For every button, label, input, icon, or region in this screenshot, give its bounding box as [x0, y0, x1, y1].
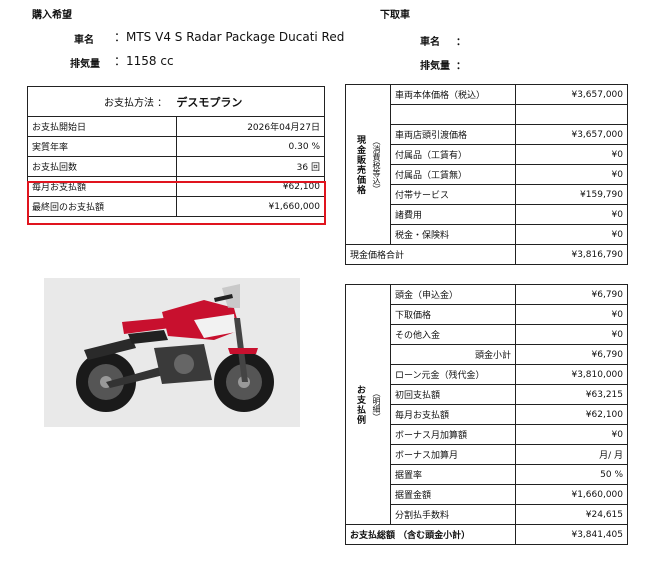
pay-downpayment-label: 頭金（申込金）: [390, 284, 516, 305]
plan-method-label: お支払方法 ：: [104, 97, 168, 109]
plan-rate-label: 実質年率: [27, 136, 177, 157]
cash-delivery-value: ¥3,657,000: [515, 124, 628, 145]
cash-blank-label: [390, 104, 516, 125]
pay-fee-label: 分割払手数料: [390, 504, 516, 525]
cash-group-sub: （消費税等込）: [372, 136, 381, 193]
pay-deferred-amount-label: 据置金額: [390, 484, 516, 505]
payment-table: お支払例 （明細） 頭金（申込金） ¥6,790 下取価格 ¥0 その他入金 ¥0 …: [345, 284, 628, 545]
cash-blank-value: [515, 104, 628, 125]
plan-method-row: お支払方法 ： デスモプラン: [27, 86, 325, 117]
pay-monthly-value: ¥62,100: [515, 404, 628, 425]
pay-total-value: ¥3,841,405: [515, 524, 628, 545]
cash-tax-value: ¥0: [515, 224, 628, 245]
tradein-name-value: ：: [456, 37, 466, 48]
cash-accessory-labor-value: ¥0: [515, 144, 628, 165]
pay-first-value: ¥63,215: [515, 384, 628, 405]
plan-rate-value: 0.30 %: [176, 136, 325, 157]
pay-bonus-amount-label: ボーナス月加算額: [390, 424, 516, 445]
pay-other-label: その他入金: [390, 324, 516, 345]
purchase-heading: 購入希望: [32, 10, 72, 21]
plan-start-label: お支払開始日: [27, 116, 177, 137]
pay-bonus-amount-value: ¥0: [515, 424, 628, 445]
pay-bonus-month-label: ボーナス加算月: [390, 444, 516, 465]
plan-count-value: 36 回: [176, 156, 325, 177]
pay-tradein-value: ¥0: [515, 304, 628, 325]
payment-group-label: お支払例: [355, 384, 365, 425]
pay-bonus-month-value: 月/ 月: [515, 444, 628, 465]
cash-body-price-label: 車両本体価格（税込）: [390, 84, 516, 105]
plan-count-label: お支払回数: [27, 156, 177, 177]
pay-fee-value: ¥24,615: [515, 504, 628, 525]
pay-deferred-rate-value: 50 %: [515, 464, 628, 485]
cash-delivery-label: 車両店頭引渡価格: [390, 124, 516, 145]
cash-fees-label: 諸費用: [390, 204, 516, 225]
pay-downpayment-value: ¥6,790: [515, 284, 628, 305]
cash-total-value: ¥3,816,790: [515, 244, 628, 265]
plan-row-rate: 実質年率 0.30 %: [27, 136, 325, 157]
pay-tradein-label: 下取価格: [390, 304, 516, 325]
cash-tax-label: 税金・保険料: [390, 224, 516, 245]
cash-group-cell: 現金販売価格 （消費税等込）: [345, 84, 391, 245]
pay-subtotal-value: ¥6,790: [515, 344, 628, 365]
pay-principal-value: ¥3,810,000: [515, 364, 628, 385]
cash-accessory-nolabor-label: 付属品（工賃無）: [390, 164, 516, 185]
cash-group-label: 現金販売価格: [355, 134, 365, 195]
plan-method-value: デスモプラン: [176, 95, 243, 109]
motorcycle-photo: [44, 278, 300, 427]
purchase-name-value: ：MTS V4 S Radar Package Ducati Red: [114, 30, 345, 44]
cash-fees-value: ¥0: [515, 204, 628, 225]
plan-start-value: 2026年04月27日: [176, 116, 325, 137]
purchase-name-label: 車名: [74, 35, 94, 46]
purchase-cc-value: ：1158 cc: [114, 54, 174, 68]
tradein-name-label: 車名: [420, 37, 440, 48]
pay-deferred-rate-label: 据置率: [390, 464, 516, 485]
purchase-cc-label: 排気量: [70, 59, 100, 70]
payment-group-sub: （明細）: [372, 388, 381, 421]
pay-first-label: 初回支払額: [390, 384, 516, 405]
cash-service-value: ¥159,790: [515, 184, 628, 205]
tradein-heading: 下取車: [380, 10, 410, 21]
highlight-box: [27, 181, 326, 225]
cash-accessory-nolabor-value: ¥0: [515, 164, 628, 185]
payment-group-cell: お支払例 （明細）: [345, 284, 391, 525]
pay-total-label: お支払総額 （含む頭金小計）: [345, 524, 516, 545]
pay-subtotal-label: 頭金小計: [390, 344, 516, 365]
cash-table: 現金販売価格 （消費税等込） 車両本体価格（税込） ¥3,657,000 車両店…: [345, 84, 628, 265]
pay-other-value: ¥0: [515, 324, 628, 345]
pay-principal-label: ローン元金（残代金）: [390, 364, 516, 385]
cash-accessory-labor-label: 付属品（工賃有）: [390, 144, 516, 165]
pay-monthly-label: 毎月お支払額: [390, 404, 516, 425]
plan-row-count: お支払回数 36 回: [27, 156, 325, 177]
tradein-cc-label: 排気量: [420, 61, 450, 72]
tradein-cc-value: ：: [456, 61, 466, 72]
pay-deferred-amount-value: ¥1,660,000: [515, 484, 628, 505]
cash-service-label: 付帯サービス: [390, 184, 516, 205]
cash-total-label: 現金価格合計: [345, 244, 516, 265]
plan-row-start: お支払開始日 2026年04月27日: [27, 116, 325, 137]
cash-body-price-value: ¥3,657,000: [515, 84, 628, 105]
